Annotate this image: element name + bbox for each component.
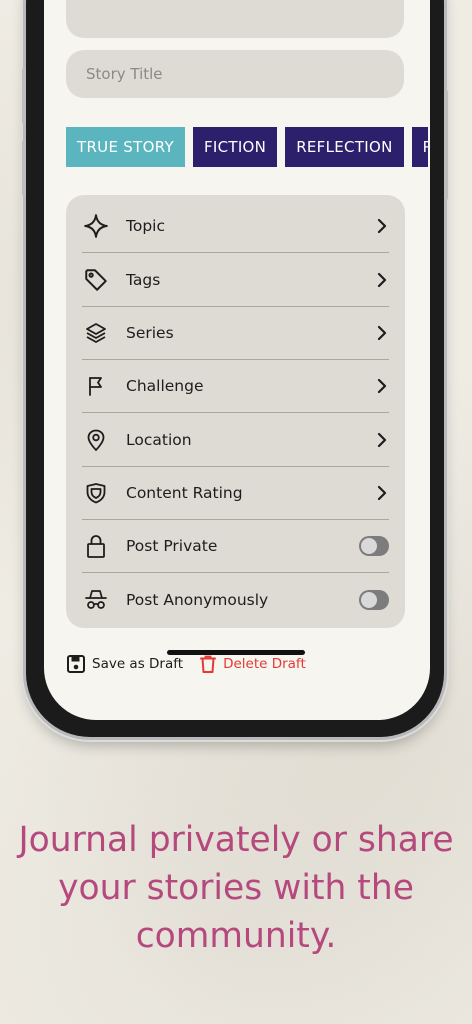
incognito-icon <box>82 586 110 614</box>
save-draft-button[interactable]: Save as Draft <box>66 654 183 674</box>
story-title-placeholder: Story Title <box>86 65 163 83</box>
flag-icon <box>82 372 110 400</box>
caption-line: Journal privately or share <box>18 820 454 860</box>
layers-icon <box>82 319 110 347</box>
menu-item-challenge[interactable]: Challenge <box>82 359 389 413</box>
post-anonymously-toggle[interactable] <box>359 589 389 610</box>
category-chips: TRUE STORY FICTION REFLECTION PO <box>66 127 428 167</box>
toggle-knob <box>361 591 377 608</box>
post-private-toggle[interactable] <box>359 535 389 556</box>
menu-item-tags[interactable]: Tags <box>82 253 389 307</box>
chevron-right-icon <box>377 272 387 287</box>
lock-icon <box>82 532 110 560</box>
menu-item-label: Location <box>126 430 192 449</box>
caption-line: community. <box>135 916 337 956</box>
category-chip-poetry[interactable]: PO <box>411 127 428 167</box>
story-body-field[interactable] <box>66 0 404 38</box>
story-settings-menu: Topic Tags Series Challenge Location Con… <box>66 195 405 628</box>
chevron-right-icon <box>377 378 387 393</box>
chevron-right-icon <box>377 485 387 500</box>
menu-item-topic[interactable]: Topic <box>82 199 389 253</box>
phone-side-button <box>444 90 448 200</box>
save-draft-label: Save as Draft <box>92 656 184 672</box>
menu-item-label: Challenge <box>126 376 204 395</box>
category-chip-reflection[interactable]: REFLECTION <box>285 127 404 167</box>
location-pin-icon <box>82 426 110 454</box>
menu-item-label: Content Rating <box>126 483 243 502</box>
caption-line: your stories with the <box>58 868 414 908</box>
chevron-right-icon <box>377 218 387 233</box>
trash-icon <box>200 655 217 673</box>
menu-item-label: Tags <box>126 270 161 289</box>
draft-actions: Save as Draft Delete Draft <box>66 654 306 674</box>
category-chip-fiction[interactable]: FICTION <box>192 127 278 167</box>
menu-item-content-rating[interactable]: Content Rating <box>82 466 389 520</box>
phone-side-button <box>22 68 26 124</box>
category-chip-true-story[interactable]: TRUE STORY <box>66 127 185 167</box>
shield-icon <box>82 479 110 507</box>
menu-item-series[interactable]: Series <box>82 306 389 360</box>
menu-item-label: Post Private <box>126 536 218 555</box>
delete-draft-button[interactable]: Delete Draft <box>199 654 306 674</box>
marketing-caption: Journal privately or share your stories … <box>0 816 472 960</box>
sparkle-icon <box>82 212 110 240</box>
menu-item-label: Topic <box>126 216 165 235</box>
tag-icon <box>82 266 110 294</box>
menu-item-label: Series <box>126 323 174 342</box>
menu-item-post-anonymously: Post Anonymously <box>82 573 389 626</box>
toggle-knob <box>361 537 377 554</box>
menu-item-post-private: Post Private <box>82 519 389 573</box>
phone-side-button <box>22 140 26 196</box>
menu-item-location[interactable]: Location <box>82 413 389 467</box>
delete-draft-label: Delete Draft <box>223 656 306 672</box>
chevron-right-icon <box>377 432 387 447</box>
menu-item-label: Post Anonymously <box>126 590 269 609</box>
home-indicator <box>167 650 305 655</box>
chevron-right-icon <box>377 325 387 340</box>
story-title-input[interactable]: Story Title <box>66 50 404 98</box>
floppy-disk-icon <box>67 655 85 673</box>
app-screen: Story Title TRUE STORY FICTION REFLECTIO… <box>44 0 430 720</box>
